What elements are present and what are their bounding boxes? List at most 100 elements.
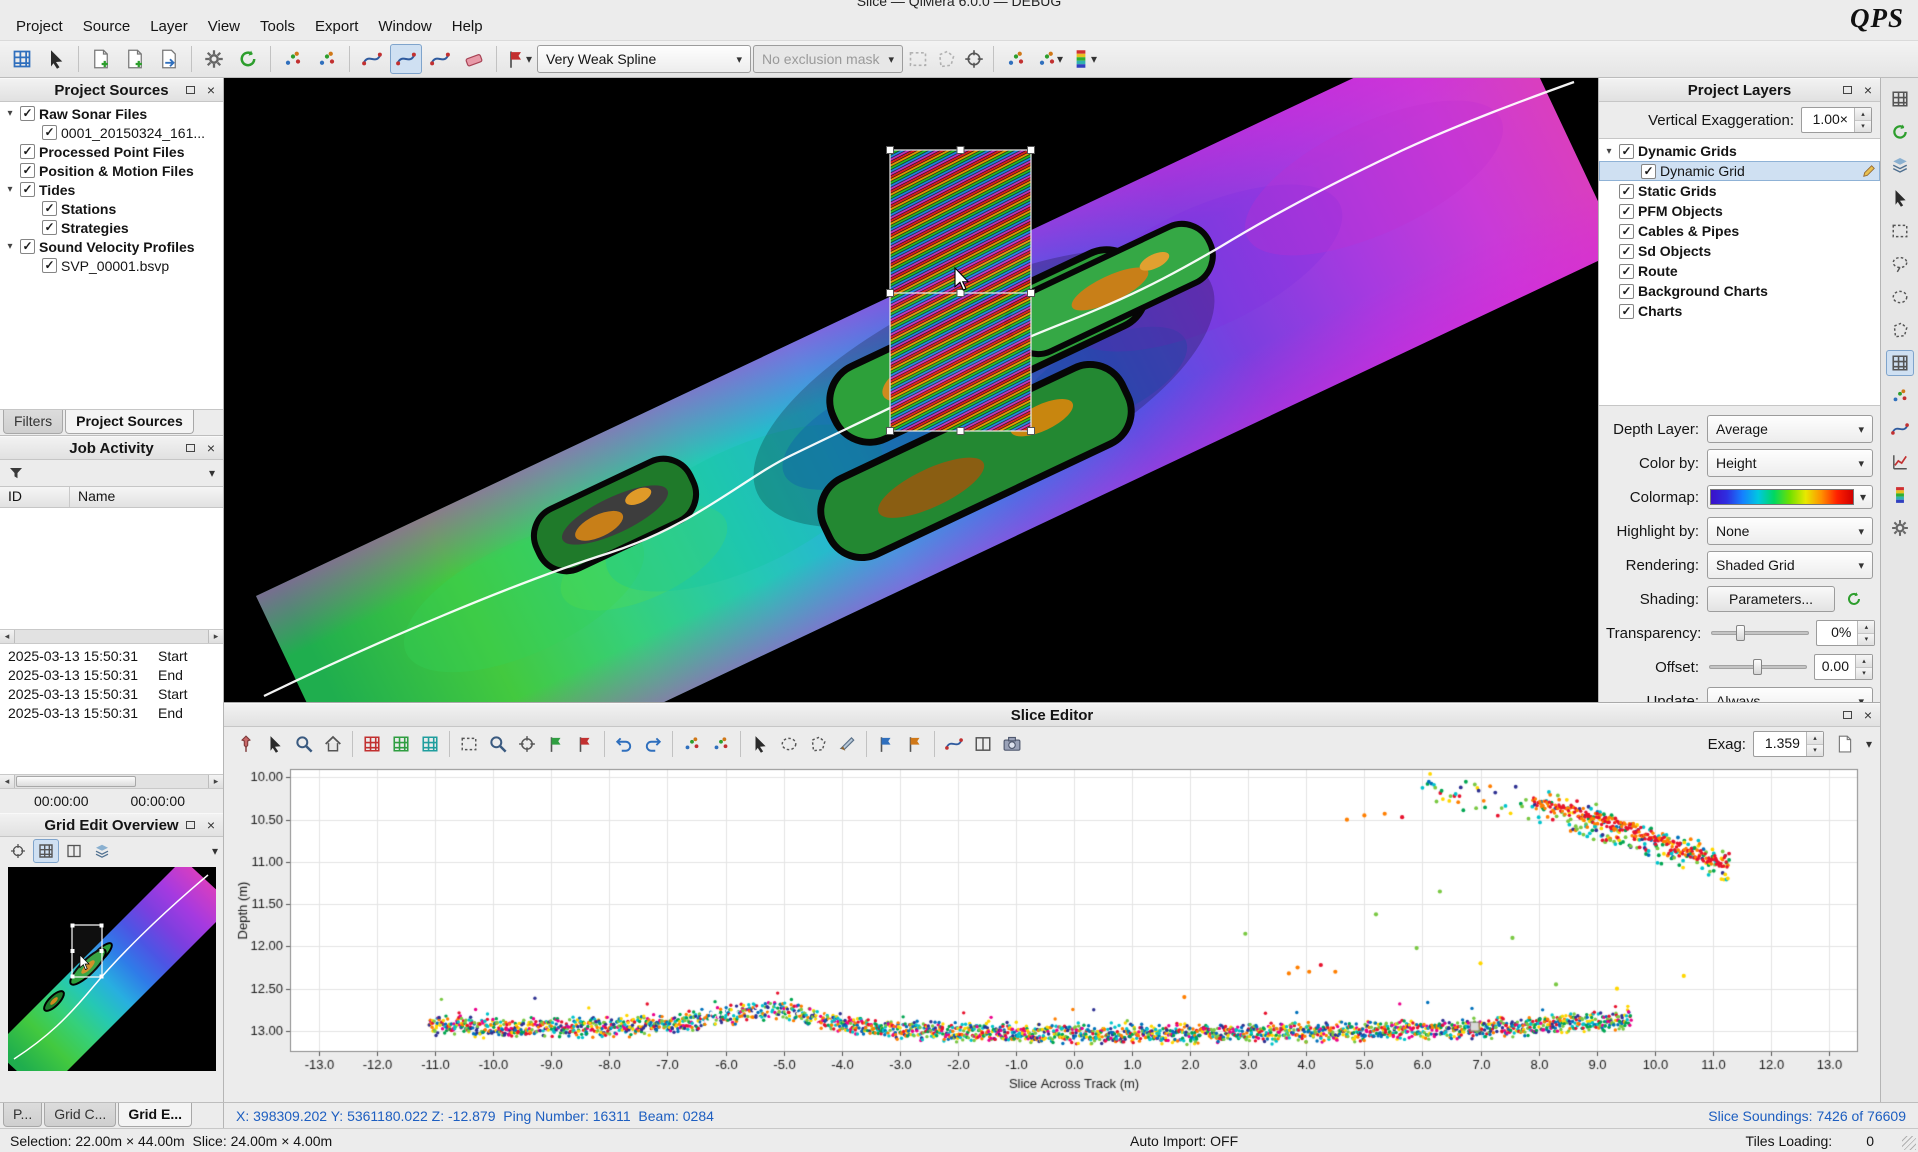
checkbox[interactable]: ✓: [20, 106, 35, 121]
layers-icon[interactable]: [1886, 152, 1914, 178]
add-point-button[interactable]: [678, 730, 706, 758]
log-row[interactable]: 2025-03-13 15:50:31 Start: [0, 646, 223, 665]
shading-refresh-button[interactable]: [1841, 586, 1867, 612]
spline-filter-weak-button[interactable]: [356, 44, 388, 74]
cursor-select-icon[interactable]: [1886, 185, 1914, 211]
pointer-button[interactable]: [261, 730, 289, 758]
pin-view-button[interactable]: [232, 730, 260, 758]
tab-project-sources[interactable]: Project Sources: [65, 410, 194, 434]
spin-down-icon[interactable]: ▾: [1858, 634, 1874, 646]
menu-help[interactable]: Help: [442, 15, 493, 38]
colormap-select[interactable]: ▾: [1707, 485, 1873, 509]
edit-pencil-icon[interactable]: [1862, 164, 1876, 178]
scroll-right-icon[interactable]: ▸: [208, 775, 223, 788]
polygon-select-icon[interactable]: [1886, 317, 1914, 343]
flag-menu-button[interactable]: ▾: [503, 44, 535, 74]
chevron-down-icon[interactable]: ▾: [212, 844, 218, 858]
profile-tool-icon[interactable]: [1886, 449, 1914, 475]
horizontal-scrollbar[interactable]: ◂ ▸: [0, 629, 223, 644]
spline-tool-icon[interactable]: [1886, 416, 1914, 442]
expander-icon[interactable]: ▾: [1603, 146, 1615, 157]
log-row[interactable]: 2025-03-13 15:50:31 End: [0, 703, 223, 722]
float-panel-button[interactable]: [182, 817, 198, 833]
query-cursor-button[interactable]: [40, 44, 72, 74]
log-row[interactable]: 2025-03-13 15:50:31 Start: [0, 684, 223, 703]
filter-funnel-icon[interactable]: [8, 465, 24, 481]
job-activity-table-body[interactable]: [0, 508, 223, 629]
tree-item-position-motion-files[interactable]: ✓ Position & Motion Files: [0, 161, 223, 180]
flag-prev-button[interactable]: [872, 730, 900, 758]
checkbox[interactable]: ✓: [1619, 144, 1634, 159]
frame-button[interactable]: [969, 730, 997, 758]
checkbox[interactable]: ✓: [1619, 244, 1634, 259]
tree-item-raw-sonar-files[interactable]: ▾ ✓ Raw Sonar Files: [0, 104, 223, 123]
job-activity-log[interactable]: 2025-03-13 15:50:31 Start 2025-03-13 15:…: [0, 644, 223, 774]
horizontal-scrollbar[interactable]: ◂ ▸: [0, 774, 223, 789]
tree-item-dynamic-grids[interactable]: ▾ ✓ Dynamic Grids: [1599, 141, 1880, 161]
point-display-button[interactable]: [1000, 44, 1032, 74]
selection-rectangle[interactable]: [887, 147, 1035, 435]
mask-poly-button[interactable]: [933, 44, 959, 74]
highlight-by-select[interactable]: None ▾: [1707, 517, 1873, 545]
add-processed-files-button[interactable]: [119, 44, 151, 74]
spin-down-icon[interactable]: ▾: [1856, 668, 1872, 680]
tree-item-background-charts[interactable]: ✓ Background Charts: [1599, 281, 1880, 301]
grid-view-icon[interactable]: [1886, 86, 1914, 112]
spin-down-icon[interactable]: ▾: [1855, 121, 1871, 133]
overview-split-button[interactable]: [61, 839, 87, 863]
column-header-name[interactable]: Name: [70, 487, 223, 507]
add-points-button[interactable]: [707, 730, 735, 758]
tree-item-strategies[interactable]: ✓ Strategies: [0, 218, 223, 237]
tree-item-sound-velocity-profiles[interactable]: ▾ ✓ Sound Velocity Profiles: [0, 237, 223, 256]
tree-item-tides[interactable]: ▾ ✓ Tides: [0, 180, 223, 199]
checkbox[interactable]: ✓: [1619, 264, 1634, 279]
project-sources-header[interactable]: Project Sources ×: [0, 78, 223, 102]
menu-view[interactable]: View: [198, 15, 250, 38]
tree-item-charts[interactable]: ✓ Charts: [1599, 301, 1880, 321]
rendering-select[interactable]: Shaded Grid ▾: [1707, 551, 1873, 579]
checkbox[interactable]: ✓: [1619, 224, 1634, 239]
menu-source[interactable]: Source: [73, 15, 141, 38]
crosshair-button[interactable]: [513, 730, 541, 758]
grid-green-button[interactable]: [387, 730, 415, 758]
float-panel-button[interactable]: [1839, 707, 1855, 723]
menu-project[interactable]: Project: [6, 15, 73, 38]
slice-scatter-plot[interactable]: [230, 763, 1874, 1096]
scrollbar-thumb[interactable]: [16, 776, 136, 787]
spin-up-icon[interactable]: ▴: [1855, 108, 1871, 121]
tree-item-pfm-objects[interactable]: ✓ PFM Objects: [1599, 201, 1880, 221]
mask-apply-button[interactable]: [961, 44, 987, 74]
checkbox[interactable]: ✓: [20, 163, 35, 178]
knife-button[interactable]: [833, 730, 861, 758]
flag-reject-button[interactable]: [571, 730, 599, 758]
undo-button[interactable]: [610, 730, 638, 758]
zoom-button[interactable]: [290, 730, 318, 758]
overview-crosshair-button[interactable]: [5, 839, 31, 863]
eraser-filter-button[interactable]: [458, 44, 490, 74]
float-panel-button[interactable]: [182, 440, 198, 456]
slice-menu-chevron[interactable]: ▾: [1866, 737, 1872, 751]
exclusion-mask-combo[interactable]: No exclusion mask ▾: [753, 45, 903, 73]
float-panel-button[interactable]: [1839, 82, 1855, 98]
tree-item-dynamic-grid[interactable]: ✓ Dynamic Grid: [1599, 161, 1880, 181]
expander-icon[interactable]: ▾: [4, 108, 16, 119]
slice-editor-header[interactable]: Slice Editor ×: [224, 703, 1880, 727]
pick-point-button[interactable]: [746, 730, 774, 758]
spline-strength-combo[interactable]: Very Weak Spline ▾: [537, 45, 751, 73]
color-by-select[interactable]: Height ▾: [1707, 449, 1873, 477]
add-raw-files-button[interactable]: [85, 44, 117, 74]
grid-teal-button[interactable]: [416, 730, 444, 758]
project-grid-button[interactable]: [6, 44, 38, 74]
tab-project[interactable]: P...: [3, 1103, 42, 1127]
shading-parameters-button[interactable]: Parameters...: [1707, 586, 1835, 612]
menu-export[interactable]: Export: [305, 15, 368, 38]
tree-item-processed-point-files[interactable]: ✓ Processed Point Files: [0, 142, 223, 161]
checkbox[interactable]: ✓: [1619, 304, 1634, 319]
colormap-menu-button[interactable]: ▾: [1068, 44, 1100, 74]
menu-window[interactable]: Window: [368, 15, 441, 38]
refresh-button[interactable]: [232, 44, 264, 74]
rect-select-button[interactable]: [455, 730, 483, 758]
expander-icon[interactable]: ▾: [4, 184, 16, 195]
tree-item-raw-file[interactable]: ✓ 0001_20150324_161...: [0, 123, 223, 142]
tab-grid-e[interactable]: Grid E...: [118, 1103, 192, 1127]
